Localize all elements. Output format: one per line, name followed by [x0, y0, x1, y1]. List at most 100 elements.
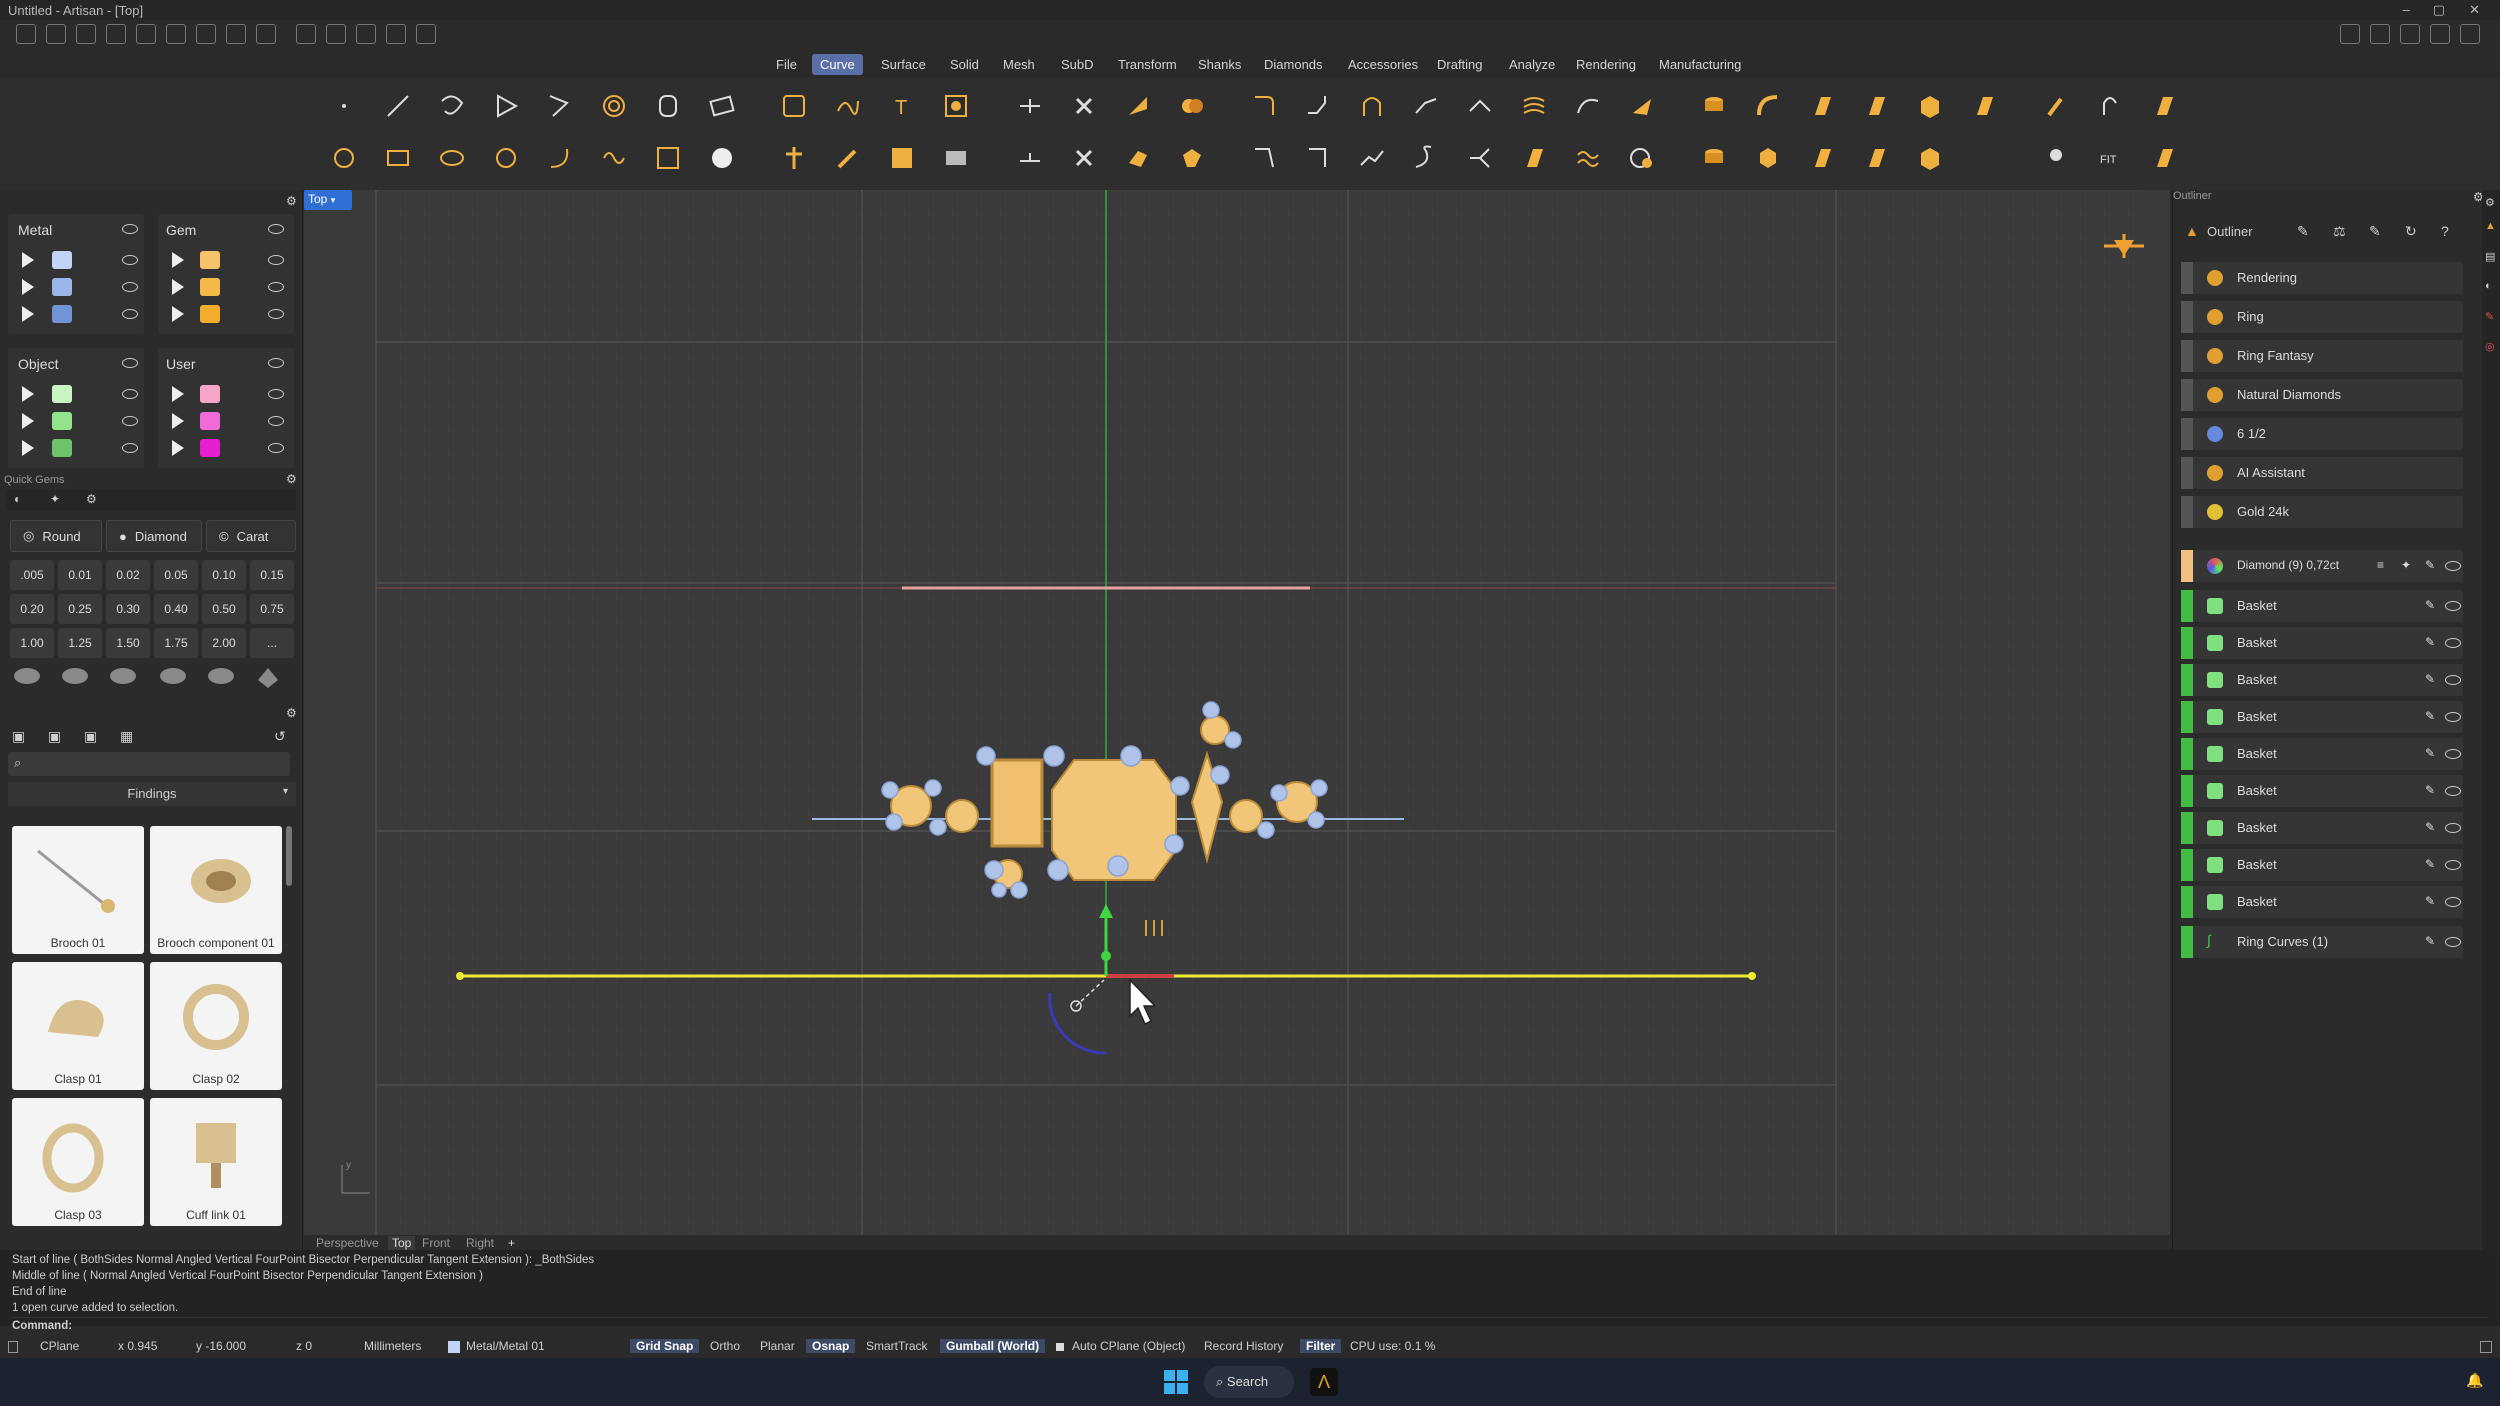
pencil-icon[interactable]: ✎ — [2425, 857, 2435, 871]
folder-add-icon[interactable]: ▣ — [48, 728, 61, 745]
record-history-toggle[interactable]: Record History — [1204, 1339, 1283, 1353]
pencil-icon[interactable]: ✎ — [2425, 598, 2435, 612]
twist-icon[interactable] — [594, 138, 634, 178]
panel-toggle-icon[interactable] — [8, 1341, 18, 1353]
viewport-tab-right[interactable]: Right — [466, 1236, 494, 1250]
filter-toggle[interactable]: Filter — [1300, 1339, 1342, 1353]
curve-tool-icon[interactable] — [1622, 86, 1662, 126]
loop-icon[interactable] — [1406, 138, 1446, 178]
circle-icon[interactable] — [324, 138, 364, 178]
offset-icon[interactable] — [1406, 86, 1446, 126]
object-swatch-1[interactable] — [52, 385, 72, 403]
gem-size-button[interactable]: 0.50 — [202, 594, 246, 624]
outliner-item[interactable]: 6 1/2 — [2181, 418, 2463, 450]
pencil-icon[interactable]: ✎ — [2425, 820, 2435, 834]
pencil-icon[interactable]: ✎ — [2425, 635, 2435, 649]
gem-size-button[interactable]: 0.75 — [250, 594, 294, 624]
gem-size-button[interactable]: 0.25 — [58, 594, 102, 624]
eye-icon[interactable] — [122, 389, 138, 399]
play-icon[interactable] — [172, 413, 184, 429]
eye-icon[interactable] — [2445, 937, 2461, 947]
layers-tab-icon[interactable]: ▤ — [2485, 250, 2495, 263]
eye-icon[interactable] — [122, 309, 138, 319]
panel-gear-icon[interactable]: ⚙ — [286, 194, 297, 208]
ortho-toggle[interactable]: Ortho — [710, 1339, 740, 1353]
rectangle-icon[interactable] — [378, 138, 418, 178]
layers-icon[interactable] — [2400, 24, 2420, 44]
wand-icon[interactable]: ✦ — [50, 492, 60, 506]
menu-accessories[interactable]: Accessories — [1340, 54, 1426, 75]
eye-icon[interactable] — [268, 255, 284, 265]
extend-icon[interactable] — [1118, 86, 1158, 126]
eye-icon[interactable] — [2445, 749, 2461, 759]
settings-icon[interactable]: ⚙ — [86, 492, 97, 506]
eye-icon[interactable] — [122, 224, 138, 234]
object-swatch-3[interactable] — [52, 439, 72, 457]
join-icon[interactable] — [1010, 138, 1050, 178]
library-search-input[interactable]: ⌕ — [8, 752, 290, 776]
gem-size-button[interactable]: 2.00 — [202, 628, 246, 658]
fit-icon[interactable]: FIT — [2090, 138, 2130, 178]
unit-carat-button[interactable]: © Carat — [206, 520, 296, 552]
eye-icon[interactable] — [268, 358, 284, 368]
trim-icon[interactable] — [1064, 86, 1104, 126]
soccer-ball-icon[interactable] — [702, 138, 742, 178]
eye-icon[interactable] — [268, 389, 284, 399]
pencil-icon[interactable]: ✎ — [2369, 223, 2381, 240]
split-curve-icon[interactable] — [1010, 86, 1050, 126]
gem-size-button[interactable]: 0.20 — [10, 594, 54, 624]
eye-icon[interactable] — [2445, 823, 2461, 833]
pencil-icon[interactable]: ✎ — [2425, 746, 2435, 760]
compass-icon[interactable] — [2100, 226, 2148, 266]
brush-icon[interactable]: ✎ — [2297, 223, 2309, 240]
magnet-icon[interactable] — [2090, 86, 2130, 126]
gem-shape2-icon[interactable] — [1856, 86, 1896, 126]
eye-icon[interactable] — [122, 416, 138, 426]
play-icon[interactable] — [172, 440, 184, 456]
library-item-cuff-link-01[interactable]: Cuff link 01 — [150, 1098, 282, 1226]
library-scrollbar[interactable] — [286, 826, 292, 886]
artisan-app-icon[interactable]: Λ — [1310, 1368, 1338, 1396]
outliner-basket[interactable]: Basket ✎ — [2181, 701, 2463, 733]
play-icon[interactable] — [22, 279, 34, 295]
outliner-basket[interactable]: Basket ✎ — [2181, 849, 2463, 881]
menu-shanks[interactable]: Shanks — [1190, 54, 1249, 75]
panel-gear-icon[interactable]: ⚙ — [2485, 196, 2495, 209]
pencil-icon[interactable]: ✎ — [2425, 894, 2435, 908]
project-icon[interactable] — [1460, 86, 1500, 126]
eye-icon[interactable] — [2445, 786, 2461, 796]
eye-icon[interactable] — [2445, 561, 2461, 571]
line-icon[interactable] — [378, 86, 418, 126]
shape-round-button[interactable]: ◎ Round — [10, 520, 102, 552]
outliner-diamond-group[interactable]: Diamond (9) 0,72ct ≡ ✦ ✎ — [2181, 550, 2463, 582]
eye-icon[interactable] — [2445, 638, 2461, 648]
save-as-icon[interactable] — [226, 24, 246, 44]
gem-size-button[interactable]: ... — [250, 628, 294, 658]
text-icon[interactable]: T — [882, 86, 922, 126]
viewport-tab-top[interactable]: Top — [388, 1236, 416, 1250]
eye-icon[interactable] — [2445, 860, 2461, 870]
refresh-icon[interactable]: ↻ — [2405, 223, 2417, 240]
folder-star-icon[interactable]: ▣ — [84, 728, 97, 745]
play-icon[interactable] — [172, 386, 184, 402]
image-trace-icon[interactable] — [936, 86, 976, 126]
open-folder-icon[interactable] — [106, 24, 126, 44]
eye-icon[interactable] — [2445, 712, 2461, 722]
windows-start-icon[interactable] — [1164, 1370, 1188, 1394]
display-icon[interactable] — [936, 138, 976, 178]
outliner-basket[interactable]: Basket ✎ — [2181, 664, 2463, 696]
play-icon[interactable] — [22, 252, 34, 268]
gem-shape-icon[interactable] — [1802, 86, 1842, 126]
gem-cut3-icon[interactable] — [1514, 138, 1554, 178]
eye-icon[interactable] — [268, 416, 284, 426]
pencil-icon[interactable]: ✎ — [2425, 709, 2435, 723]
viewport-tab-perspective[interactable]: Perspective — [316, 1236, 379, 1250]
play-icon[interactable] — [172, 306, 184, 322]
pencil-icon[interactable]: ✎ — [2425, 558, 2435, 572]
polyline-icon[interactable] — [432, 86, 472, 126]
interpolate-curve-icon[interactable] — [540, 86, 580, 126]
triangle-curve-icon[interactable] — [486, 86, 526, 126]
gem-shape6-icon[interactable] — [1856, 138, 1896, 178]
menu-transform[interactable]: Transform — [1110, 54, 1185, 75]
outliner-item[interactable]: Gold 24k — [2181, 496, 2463, 528]
